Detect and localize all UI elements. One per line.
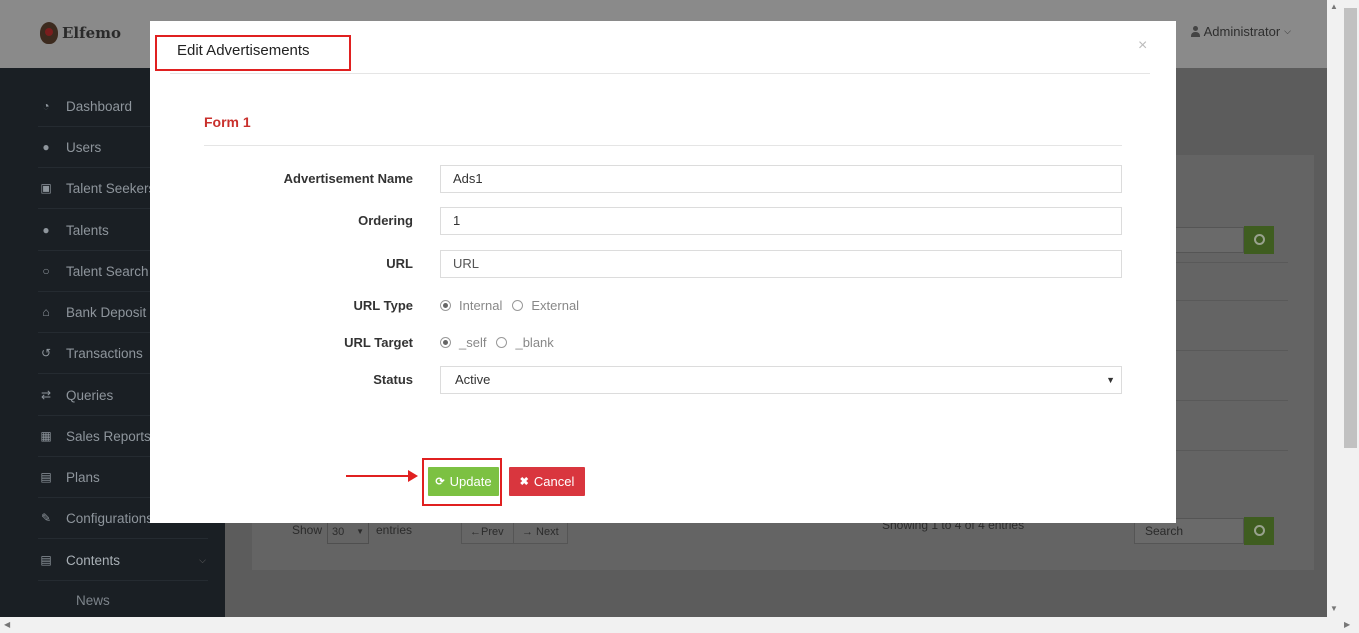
- close-icon: ✖: [519, 476, 529, 488]
- cancel-button-label: Cancel: [533, 474, 575, 489]
- vertical-scroll-thumb[interactable]: [1344, 8, 1357, 448]
- ad-name-label: Advertisement Name: [283, 171, 413, 186]
- sidebar-item-label: Users: [66, 139, 102, 155]
- cancel-button[interactable]: ✖ Cancel: [509, 467, 585, 496]
- url-type-external-label[interactable]: External: [531, 298, 579, 313]
- cart-icon: ▤: [40, 470, 52, 484]
- scroll-left-icon[interactable]: ◀: [4, 620, 10, 629]
- scroll-right-icon[interactable]: ▶: [1344, 620, 1350, 629]
- url-type-external-radio[interactable]: [512, 300, 524, 311]
- search-button-bottom[interactable]: [1244, 517, 1274, 545]
- close-icon[interactable]: ×: [1138, 37, 1147, 55]
- url-target-blank-label[interactable]: _blank: [515, 335, 553, 350]
- sidebar-item-label: Queries: [66, 387, 114, 403]
- sidebar-item-label: Talents: [66, 222, 109, 238]
- ad-name-input[interactable]: Ads1: [440, 165, 1122, 193]
- url-type-group: Internal External: [440, 298, 579, 313]
- scroll-up-icon[interactable]: ▲: [1330, 2, 1338, 11]
- form-divider: [204, 145, 1122, 146]
- url-input[interactable]: URL: [440, 250, 1122, 278]
- table-icon: ▦: [40, 429, 52, 443]
- prev-button[interactable]: ←Prev: [461, 520, 514, 544]
- users-icon: ●: [42, 223, 50, 237]
- refresh-icon: ⟳: [435, 476, 445, 488]
- dashboard-icon: ◔: [42, 99, 50, 113]
- url-label: URL: [386, 256, 413, 271]
- sidebar-item-label: Transactions: [66, 345, 143, 361]
- sidebar-item-label: Talent Seekers: [66, 180, 156, 196]
- url-target-self-label[interactable]: _self: [459, 335, 486, 350]
- annotation-arrow: [346, 470, 418, 482]
- status-select[interactable]: Active ▼: [440, 366, 1122, 394]
- bank-icon: ⌂: [42, 305, 50, 319]
- sidebar-item-label: Configurations: [66, 510, 154, 526]
- entries-label: entries: [376, 523, 413, 537]
- history-icon: ↺: [40, 346, 52, 360]
- chevron-down-icon: ▼: [356, 527, 364, 536]
- chevron-down-icon: ▼: [1106, 375, 1115, 385]
- entries-count: 30: [332, 526, 345, 538]
- horizontal-scrollbar[interactable]: [0, 617, 1359, 633]
- sidebar-subitem-news[interactable]: News: [76, 593, 110, 608]
- search-icon: ○: [42, 264, 50, 278]
- modal-title: Edit Advertisements: [177, 42, 310, 59]
- url-target-self-radio[interactable]: [440, 337, 451, 348]
- sidebar-item-label: Talent Search: [66, 263, 149, 279]
- url-target-group: _self _blank: [440, 335, 554, 350]
- logo-icon: [40, 22, 58, 44]
- form-title: Form 1: [204, 114, 251, 130]
- url-type-internal-radio[interactable]: [440, 300, 451, 311]
- url-type-label: URL Type: [353, 298, 413, 313]
- sidebar-item-label: Bank Deposit: [66, 304, 147, 320]
- user-menu[interactable]: Administrator ⌵: [1190, 24, 1291, 39]
- url-target-blank-radio[interactable]: [496, 337, 508, 348]
- scroll-down-icon[interactable]: ▼: [1330, 604, 1338, 613]
- sidebar-item-label: Contents: [66, 552, 121, 568]
- lock-icon: ▣: [40, 181, 52, 195]
- update-button-label: Update: [449, 474, 492, 489]
- user-icon: [1190, 26, 1200, 37]
- chevron-down-icon: ⌵: [1284, 26, 1291, 36]
- entries-select[interactable]: 30 ▼: [327, 520, 369, 544]
- wrench-icon: ✎: [40, 511, 52, 525]
- update-button[interactable]: ⟳ Update: [428, 467, 499, 496]
- sidebar-item-label: Dashboard: [66, 98, 133, 114]
- user-icon: ●: [42, 140, 50, 154]
- user-name: Administrator: [1203, 24, 1281, 39]
- header-divider: [170, 73, 1150, 74]
- url-type-internal-label[interactable]: Internal: [459, 298, 502, 313]
- search-button-top[interactable]: [1244, 226, 1274, 254]
- exchange-icon: ⇄: [40, 388, 52, 402]
- url-target-label: URL Target: [344, 335, 413, 350]
- newspaper-icon: ▤: [40, 553, 52, 567]
- next-button[interactable]: → Next: [513, 520, 568, 544]
- brand-logo[interactable]: Elfemo: [40, 22, 121, 44]
- ordering-input[interactable]: 1: [440, 207, 1122, 235]
- sidebar-item-label: Sales Reports: [66, 428, 151, 444]
- status-label: Status: [373, 372, 413, 387]
- ordering-label: Ordering: [358, 213, 413, 228]
- sidebar-item-label: Plans: [66, 469, 100, 485]
- status-value: Active: [455, 372, 491, 387]
- chevron-down-icon: ⌵: [199, 554, 206, 565]
- sidebar-item-contents[interactable]: ▤ Contents ⌵: [38, 540, 208, 581]
- show-label: Show: [292, 523, 323, 537]
